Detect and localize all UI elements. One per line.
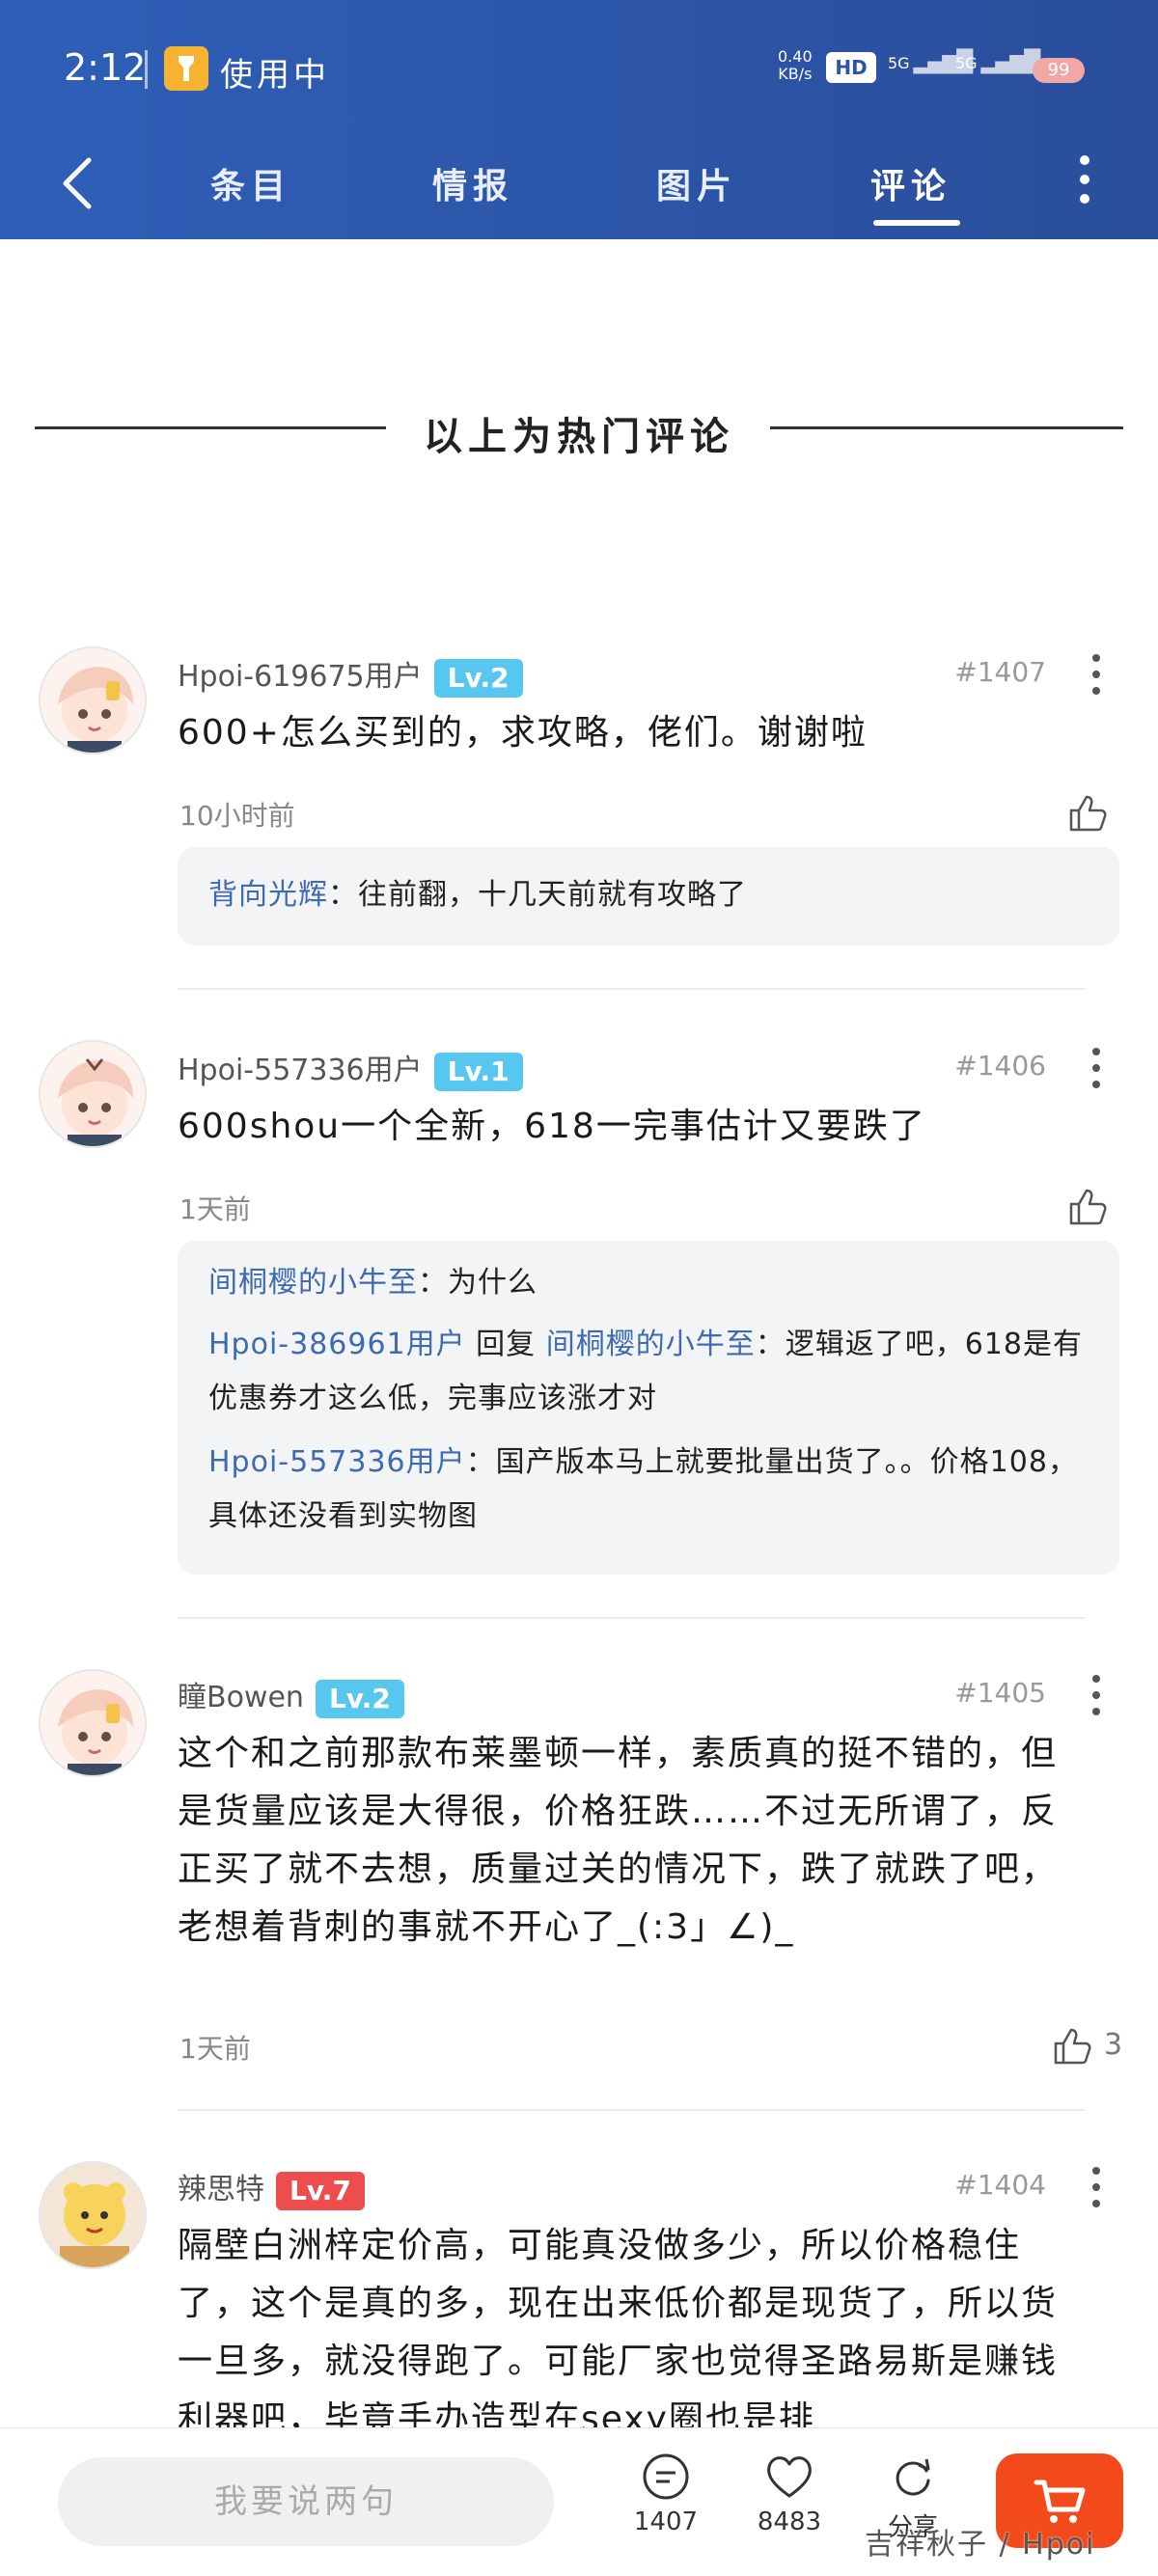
comment-input[interactable]: 我要说两句 (58, 2457, 554, 2546)
hot-comments-divider: 以上为热门评论 (35, 405, 1123, 459)
comment-text: 600+怎么买到的，求攻略，佬们。谢谢啦 (178, 713, 868, 753)
signal-label: 5G (888, 54, 910, 72)
username-text: 瞳Bowen (178, 1681, 304, 1714)
username-text: 辣思特 (178, 2173, 264, 2206)
reply-item[interactable]: 间桐樱的小牛至：为什么 (208, 1256, 1096, 1310)
tab-comments[interactable]: 评论 (870, 158, 951, 208)
floor-number: #1406 (954, 1050, 1046, 1082)
comment-text: 隔壁白洲梓定价高，可能真没做多少，所以价格稳住了，这个是真的多，现在出来低价都是… (178, 2226, 1059, 2427)
floor-number: #1405 (954, 1677, 1046, 1709)
comment-username[interactable]: 瞳Bowen Lv.2 (178, 1673, 404, 1718)
tab-news[interactable]: 情报 (432, 158, 513, 208)
comment-time: 1天前 (179, 2033, 251, 2065)
status-time: 2:12 (64, 46, 147, 89)
comment-more-icon[interactable] (1087, 1671, 1106, 1719)
avatar[interactable] (39, 1040, 147, 1148)
username-text: Hpoi-557336用户 (178, 1054, 423, 1087)
reply-text: ：往前翻，十几天前就有攻略了 (328, 878, 747, 912)
back-arrow-icon[interactable] (58, 154, 100, 212)
net-speed: 0.40 KB/s (778, 48, 813, 83)
comment-more-icon[interactable] (1087, 1044, 1106, 1092)
reply-author[interactable]: Hpoi-557336用户 (208, 1445, 466, 1479)
share-icon (896, 2458, 930, 2496)
comment-divider (178, 988, 1085, 990)
status-in-use: 使用中 (220, 56, 330, 95)
like-icon[interactable] (1067, 1185, 1110, 1227)
tab-entry[interactable]: 条目 (210, 158, 291, 208)
hd-badge: HD (826, 52, 876, 83)
net-speed-value: 0.40 (778, 47, 813, 66)
avatar[interactable] (39, 646, 147, 754)
reply-author[interactable]: Hpoi-386961用户 (208, 1328, 466, 1361)
floor-number: #1404 (954, 2169, 1046, 2201)
tab-images[interactable]: 图片 (656, 158, 737, 208)
comments-button[interactable]: 1407 (608, 2452, 724, 2536)
comment-bubble-icon (643, 2453, 689, 2500)
reply-item[interactable]: Hpoi-557336用户：国产版本马上就要批量出货了。。价格108，具体还没看… (208, 1436, 1096, 1544)
reply-word: 回复 (465, 1328, 546, 1361)
reply-target[interactable]: 间桐樱的小牛至 (546, 1328, 756, 1361)
comment-text: 这个和之前那款布莱墨顿一样，素质真的挺不错的，但是货量应该是大得很，价格狂跌……… (178, 1734, 1059, 1947)
signal-label: 5G (955, 54, 978, 72)
comment-divider (178, 1617, 1085, 1619)
more-options-icon[interactable] (1075, 151, 1094, 208)
floor-number: #1407 (954, 656, 1046, 688)
battery-icon: 99 (1033, 58, 1085, 83)
reply-item[interactable]: Hpoi-386961用户 回复 间桐樱的小牛至：逻辑返了吧，618是有优惠券才… (208, 1318, 1096, 1426)
comment-time: 1天前 (179, 1193, 251, 1225)
favorite-count: 8483 (757, 2507, 822, 2536)
status-bar: 2:12 使用中 0.40 KB/s HD 5G ▂▄▆█ 5G ▂▄▆█ 99 (0, 0, 1158, 135)
level-badge: Lv.2 (315, 1679, 404, 1718)
reply-item[interactable]: 背向光辉：往前翻，十几天前就有攻略了 (208, 868, 1096, 922)
like-icon[interactable] (1052, 2024, 1094, 2067)
favorite-button[interactable]: 8483 (731, 2452, 847, 2536)
comment-time: 10小时前 (179, 800, 295, 832)
like-count: 3 (1104, 2028, 1123, 2062)
comment-more-icon[interactable] (1087, 2163, 1106, 2211)
level-badge: Lv.1 (433, 1052, 523, 1091)
like-icon[interactable] (1067, 791, 1110, 834)
flashlight-icon (164, 46, 208, 91)
hot-comments-title: 以上为热门评论 (424, 415, 734, 459)
status-separator (145, 50, 148, 89)
reply-author[interactable]: 背向光辉 (208, 878, 328, 912)
level-badge: Lv.7 (276, 2171, 365, 2210)
reply-box: 间桐樱的小牛至：为什么 Hpoi-386961用户 回复 间桐樱的小牛至：逻辑返… (178, 1241, 1119, 1575)
comment-text: 600shou一个全新，618一完事估计又要跌了 (178, 1107, 926, 1146)
top-nav: 条目 情报 图片 评论 (0, 135, 1158, 239)
comment-username[interactable]: Hpoi-557336用户 Lv.1 (178, 1046, 523, 1091)
reply-box: 背向光辉：往前翻，十几天前就有攻略了 (178, 847, 1119, 945)
username-text: Hpoi-619675用户 (178, 660, 423, 694)
net-speed-unit: KB/s (778, 65, 813, 83)
comment-username[interactable]: 辣思特 Lv.7 (178, 2165, 365, 2210)
comment-input-placeholder: 我要说两句 (214, 2482, 398, 2521)
comment-divider (178, 2109, 1085, 2111)
reply-author[interactable]: 间桐樱的小牛至 (208, 1266, 418, 1300)
level-badge: Lv.2 (433, 658, 523, 698)
comment-count: 1407 (633, 2507, 699, 2536)
watermark: 吉祥秋子 / Hpoi (865, 2528, 1096, 2562)
active-tab-indicator (873, 220, 960, 226)
reply-text: ：为什么 (418, 1266, 538, 1300)
app-header: 2:12 使用中 0.40 KB/s HD 5G ▂▄▆█ 5G ▂▄▆█ 99 条… (0, 0, 1158, 239)
comment-more-icon[interactable] (1087, 650, 1106, 699)
signal-icon: 5G ▂▄▆█ (955, 50, 1040, 74)
avatar[interactable] (39, 2161, 147, 2269)
avatar[interactable] (39, 1669, 147, 1777)
heart-icon (767, 2456, 812, 2498)
comment-username[interactable]: Hpoi-619675用户 Lv.2 (178, 652, 523, 698)
